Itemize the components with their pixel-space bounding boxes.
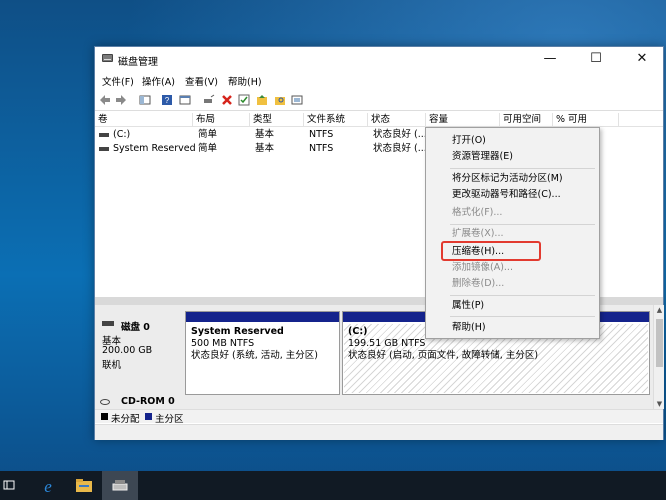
disk-management-icon (102, 54, 113, 62)
cdrom-row[interactable]: CD-ROM 0 (95, 395, 653, 409)
shrink-volume-highlight (441, 241, 541, 261)
cell-volume: (C:) (113, 129, 131, 140)
volume-list-header: 卷 布局 类型 文件系统 状态 容量 可用空间 % 可用 (95, 113, 663, 127)
partition-name: System Reserved (191, 326, 284, 337)
disk-name: 磁盘 0 (121, 322, 150, 333)
scroll-up-icon[interactable]: ▲ (654, 305, 665, 315)
context-menu: 打开(O) 资源管理器(E) 将分区标记为活动分区(M) 更改驱动器号和路径(C… (425, 127, 600, 339)
maximize-button[interactable]: ☐ (573, 47, 619, 71)
menu-file[interactable]: 文件(F) (102, 74, 134, 88)
partition-header-bar (186, 312, 339, 322)
volume-icon (99, 147, 109, 151)
menu-separator (450, 316, 595, 317)
folder-up-icon[interactable] (256, 94, 268, 106)
col-volume[interactable]: 卷 (95, 113, 193, 127)
primary-swatch (145, 413, 152, 420)
col-capacity[interactable]: 容量 (426, 113, 500, 127)
col-layout[interactable]: 布局 (193, 113, 250, 127)
cell-filesystem: NTFS (309, 129, 334, 140)
svg-text:e: e (44, 477, 52, 495)
disk-management-icon (112, 480, 128, 491)
col-filesystem[interactable]: 文件系统 (304, 113, 368, 127)
col-status[interactable]: 状态 (368, 113, 426, 127)
partition-system-reserved[interactable]: System Reserved 500 MB NTFS 状态良好 (系统, 活动… (185, 311, 340, 395)
menu-item-properties[interactable]: 属性(P) (426, 298, 599, 314)
partition-status: 状态良好 (启动, 页面文件, 故障转储, 主分区) (348, 350, 539, 361)
menu-item-format: 格式化(F)... (452, 207, 503, 218)
menu-action[interactable]: 操作(A) (142, 74, 175, 88)
console-tree-icon[interactable] (139, 94, 151, 106)
cell-status: 状态良好 (... (373, 143, 427, 154)
menu-item-change-drive-letter[interactable]: 更改驱动器号和路径(C)... (426, 187, 599, 203)
disk-view-scrollbar[interactable]: ▲ ▼ (653, 305, 664, 409)
partition-body: System Reserved 500 MB NTFS 状态良好 (系统, 活动… (187, 324, 338, 393)
menu-view[interactable]: 查看(V) (185, 74, 218, 88)
toolbar: ? (95, 89, 663, 111)
window-title: 磁盘管理 (118, 57, 158, 68)
view-icon[interactable] (291, 94, 303, 106)
partition-size: 199.51 GB NTFS (348, 338, 426, 349)
scroll-thumb[interactable] (656, 319, 663, 367)
edge-icon: e (44, 477, 52, 495)
cell-volume: System Reserved (113, 143, 196, 154)
close-button[interactable]: ✕ (619, 47, 665, 71)
disk-icon (102, 321, 114, 326)
unallocated-swatch (101, 413, 108, 420)
cell-layout: 简单 (198, 143, 218, 154)
col-percent-free[interactable]: % 可用 (553, 113, 619, 127)
file-explorer-button[interactable] (66, 471, 102, 500)
back-arrow-icon[interactable] (99, 94, 111, 106)
delete-icon[interactable] (221, 94, 233, 106)
menu-help[interactable]: 帮助(H) (228, 74, 262, 88)
volume-icon (99, 133, 109, 137)
task-view-icon (3, 480, 15, 490)
svg-text:?: ? (165, 96, 170, 105)
partition-size: 500 MB NTFS (191, 338, 255, 349)
folder-search-icon[interactable] (274, 94, 286, 106)
disk-management-taskbar-button[interactable] (102, 471, 138, 500)
col-free-space[interactable]: 可用空间 (500, 113, 553, 127)
forward-arrow-icon[interactable] (115, 94, 127, 106)
cell-type: 基本 (255, 143, 275, 154)
partition-status: 状态良好 (系统, 活动, 主分区) (191, 350, 319, 361)
menu-separator (450, 168, 595, 169)
legend: 未分配 主分区 (95, 409, 663, 425)
title-bar: 磁盘管理 — ☐ ✕ (95, 47, 663, 71)
connect-icon[interactable] (203, 94, 215, 106)
checklist-icon[interactable] (238, 94, 250, 106)
help-icon[interactable]: ? (161, 94, 173, 106)
menu-item-help[interactable]: 帮助(H) (426, 320, 599, 336)
menu-item-open[interactable]: 打开(O) (426, 133, 599, 149)
disk-size: 200.00 GB (102, 345, 153, 356)
cell-layout: 简单 (198, 129, 218, 140)
menu-item-extend-volume: 扩展卷(X)... (452, 228, 504, 239)
cdrom-icon (100, 399, 110, 405)
menu-item-delete-volume: 删除卷(D)... (452, 278, 505, 289)
menu-item-add-mirror: 添加镜像(A)... (452, 262, 513, 273)
menu-separator (450, 295, 595, 296)
col-type[interactable]: 类型 (250, 113, 304, 127)
menu-bar: 文件(F) 操作(A) 查看(V) 帮助(H) (95, 71, 663, 89)
cell-type: 基本 (255, 129, 275, 140)
scroll-down-icon[interactable]: ▼ (654, 399, 665, 409)
legend-unallocated: 未分配 (111, 414, 140, 425)
menu-item-mark-active[interactable]: 将分区标记为活动分区(M) (426, 171, 599, 187)
taskbar: e (0, 471, 666, 500)
edge-button[interactable]: e (30, 471, 66, 500)
cell-filesystem: NTFS (309, 143, 334, 154)
disk-state: 联机 (102, 360, 122, 371)
status-bar (95, 424, 663, 440)
file-explorer-icon (76, 479, 92, 492)
legend-primary: 主分区 (155, 414, 184, 425)
disk-0-label[interactable]: 磁盘 0 基本 200.00 GB 联机 (97, 311, 183, 395)
properties-icon[interactable] (179, 94, 191, 106)
menu-item-explorer[interactable]: 资源管理器(E) (426, 149, 599, 165)
menu-separator (450, 224, 595, 225)
minimize-button[interactable]: — (527, 47, 573, 71)
cell-status: 状态良好 (... (373, 129, 427, 140)
cdrom-name: CD-ROM 0 (121, 396, 175, 407)
